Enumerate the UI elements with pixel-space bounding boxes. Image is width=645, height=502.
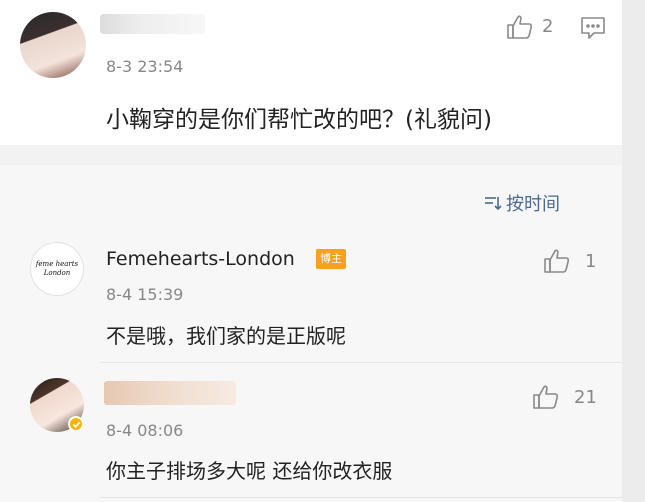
author-badge: 博主: [316, 249, 346, 269]
thumbs-up-icon: [533, 385, 559, 409]
comment-icon: [581, 17, 605, 39]
comment-like-count: 21: [574, 387, 597, 408]
section-separator: [0, 145, 645, 165]
like-button[interactable]: [506, 14, 534, 40]
checkmark-icon: [72, 421, 80, 428]
brand-avatar[interactable]: feme hearts London: [30, 242, 84, 296]
comment-content: 你主子排场多大呢 还给你改衣服: [106, 459, 393, 483]
comment-like-button[interactable]: [543, 248, 571, 274]
sort-label: 按时间: [506, 194, 560, 215]
comment-button[interactable]: [580, 16, 606, 40]
blurred-username: [100, 14, 205, 34]
comment-divider: [100, 497, 622, 498]
comment-timestamp: 8-4 15:39: [106, 285, 184, 304]
thumbs-up-icon: [507, 15, 533, 39]
like-count: 2: [542, 16, 554, 37]
post-content: 小鞠穿的是你们帮忙改的吧？(礼貌问): [106, 107, 492, 133]
comment-username[interactable]: Femehearts-London: [106, 248, 295, 270]
comment-timestamp: 8-4 08:06: [106, 421, 184, 440]
right-edge-strip: [622, 0, 645, 502]
comment-divider: [100, 362, 622, 363]
user-avatar[interactable]: [20, 12, 86, 78]
comment-like-count: 1: [585, 251, 597, 272]
comment-like-button[interactable]: [532, 384, 560, 410]
post-timestamp: 8-3 23:54: [106, 57, 184, 76]
verified-badge: [68, 416, 84, 432]
sort-by-time-button[interactable]: 按时间: [484, 190, 560, 216]
blurred-username: [104, 381, 236, 405]
comment-content: 不是哦，我们家的是正版呢: [106, 324, 346, 348]
thumbs-up-icon: [544, 249, 570, 273]
sort-lines-icon: [485, 197, 502, 211]
brand-logo-text: feme hearts London: [35, 260, 79, 277]
